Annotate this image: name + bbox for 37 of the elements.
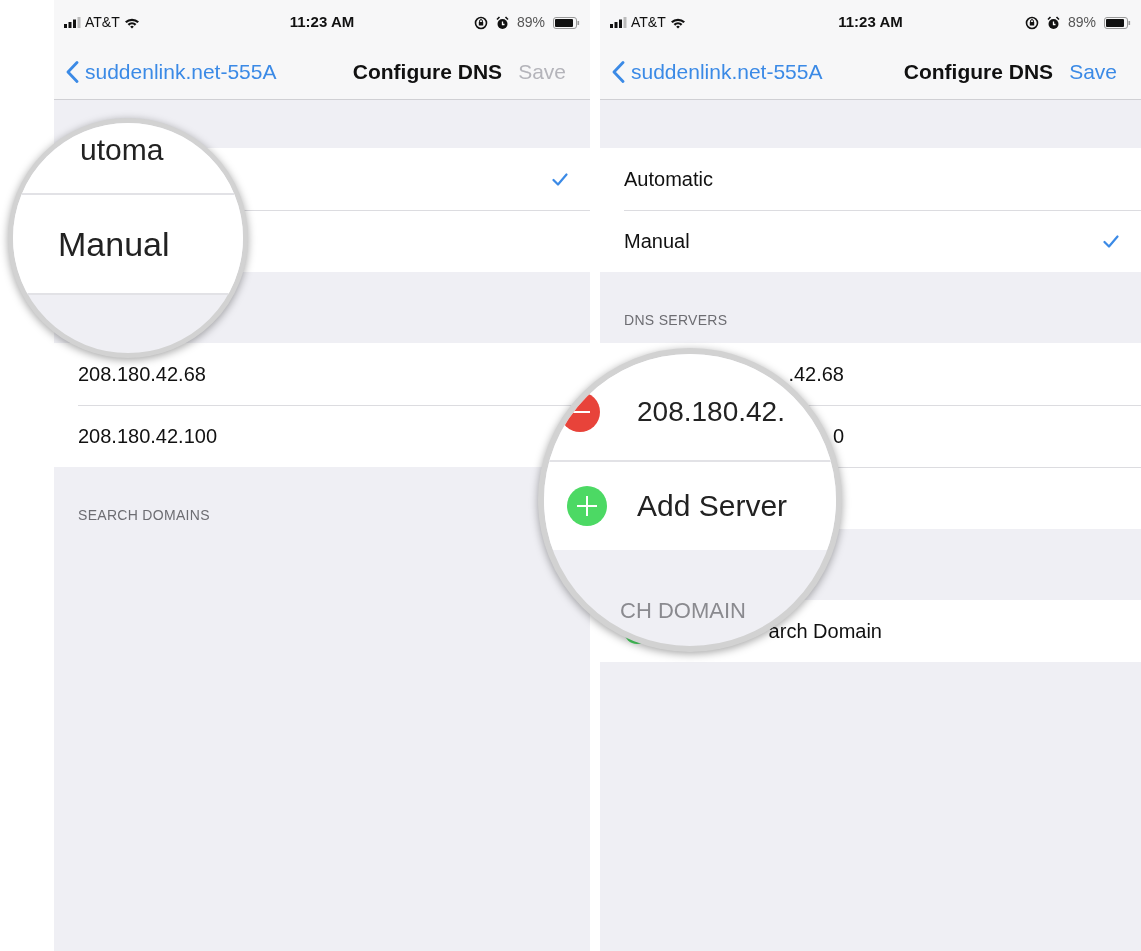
alarm-icon	[1046, 15, 1060, 30]
carrier-name: AT&T	[631, 13, 666, 32]
clock: 11:23 AM	[838, 12, 903, 33]
server-address: 0	[831, 424, 844, 449]
section-header: CH DOMAIN	[620, 598, 746, 623]
rotation-lock-icon	[473, 15, 488, 30]
section-header: SEARCH DOMAINS	[78, 506, 210, 525]
option-row[interactable]: Automatic	[600, 148, 1141, 210]
list-row[interactable]: 208.180.42.68	[54, 343, 590, 405]
add-server-label: Add Server	[637, 491, 788, 521]
clock: 11:23 AM	[289, 12, 355, 33]
wifi-icon	[669, 16, 686, 29]
signal-icon	[610, 17, 627, 28]
server-address: 208.180.42.100	[78, 424, 218, 449]
back-chevron-icon	[612, 61, 625, 83]
option-label: Manual	[624, 229, 690, 254]
battery-percent: 89%	[516, 13, 545, 32]
battery-percent: 89%	[1067, 13, 1096, 32]
back-chevron-icon	[66, 61, 79, 83]
carrier-name: AT&T	[85, 13, 120, 32]
option-label: Manual	[58, 223, 170, 265]
option-label: Automatic	[624, 167, 713, 192]
signal-icon	[64, 17, 81, 28]
screen-title: Configure DNS	[903, 59, 1054, 86]
screen-title: Configure DNS	[352, 59, 503, 86]
section-header: DNS SERVERS	[624, 311, 728, 330]
server-address: 208.180.42.68	[78, 362, 206, 387]
battery-icon	[1104, 16, 1131, 29]
add-icon	[567, 486, 607, 526]
wifi-icon	[123, 16, 140, 29]
alarm-icon	[495, 15, 509, 30]
rotation-lock-icon	[1024, 15, 1039, 30]
option-label: utoma	[80, 132, 164, 168]
server-address: .42.68	[787, 362, 844, 387]
row-label: arch Domain	[767, 619, 882, 644]
battery-icon	[553, 16, 580, 29]
option-row[interactable]: Manual	[600, 210, 1141, 272]
